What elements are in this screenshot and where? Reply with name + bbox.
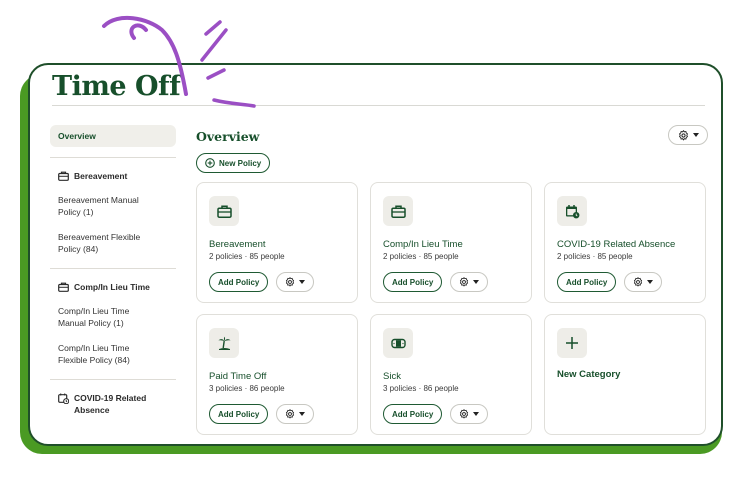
sidebar-heading-bereavement[interactable]: Bereavement [50,170,176,182]
card-title: COVID-19 Related Absence [557,239,676,250]
briefcase-icon [216,205,232,218]
card-title: Sick [383,371,401,382]
card-subtitle: 2 policies · 85 people [557,252,633,261]
sidebar-heading-label: Comp/In Lieu Time [74,282,150,292]
category-card-covid[interactable]: COVID-19 Related Absence 2 policies · 85… [544,182,706,303]
palm-tree-icon [218,336,230,350]
card-title: Comp/In Lieu Time [383,239,463,250]
card-settings-dropdown[interactable] [450,404,489,424]
card-subtitle: 2 policies · 85 people [209,252,285,261]
new-policy-label: New Policy [219,158,262,168]
sidebar-item-comp-manual[interactable]: Comp/In Lieu Time Manual Policy (1) [50,305,160,329]
card-title: Paid Time Off [209,371,267,382]
sidebar-item-bereavement-flexible[interactable]: Bereavement Flexible Policy (84) [50,231,160,255]
card-icon-box [209,196,239,226]
gear-icon [678,129,688,141]
page-title: Time Off [52,71,181,102]
card-subtitle: 3 policies · 86 people [209,384,285,393]
category-card-sick[interactable]: Sick 3 policies · 86 people Add Policy [370,314,532,435]
chevron-down-icon [473,412,480,416]
calendar-clock-icon [565,204,579,218]
section-title: Overview [196,129,260,144]
card-icon-box [557,328,587,358]
card-settings-dropdown[interactable] [624,272,663,292]
sidebar: Overview Bereavement Bereavement Manual … [50,125,176,428]
card-settings-dropdown[interactable] [276,272,315,292]
plus-circle-icon [205,158,215,168]
card-title: Bereavement [209,239,266,250]
card-subtitle: 3 policies · 86 people [383,384,459,393]
card-actions: Add Policy [209,404,315,424]
sidebar-heading-covid[interactable]: COVID-19 Related Absence [50,392,176,416]
sidebar-section-comp: Comp/In Lieu Time Comp/In Lieu Time Manu… [50,281,176,366]
app-window: Time Off Overview Bereavement Bereavemen… [28,63,723,446]
new-policy-button[interactable]: New Policy [196,153,271,173]
settings-dropdown[interactable] [668,125,708,145]
chevron-down-icon [299,280,306,284]
briefcase-icon [58,282,69,292]
bandage-icon [390,338,406,348]
card-actions: Add Policy [209,272,315,292]
chevron-down-icon [647,280,654,284]
sidebar-divider [50,379,176,380]
category-card-paid-time-off[interactable]: Paid Time Off 3 policies · 86 people Add… [196,314,358,435]
card-icon-box [383,328,413,358]
add-policy-button[interactable]: Add Policy [383,272,443,292]
sidebar-section-covid: COVID-19 Related Absence [50,392,176,416]
calendar-clock-icon [58,393,69,404]
plus-icon [566,337,578,349]
card-icon-box [209,328,239,358]
gear-icon [286,277,295,287]
gear-icon [460,277,469,287]
add-policy-button[interactable]: Add Policy [557,272,617,292]
sidebar-item-overview[interactable]: Overview [50,125,176,147]
sidebar-heading-label: Bereavement [74,171,128,181]
sidebar-heading-label: COVID-19 Related Absence [74,393,147,415]
card-settings-dropdown[interactable] [450,272,489,292]
briefcase-icon [58,171,69,181]
card-actions: Add Policy [557,272,663,292]
add-policy-button[interactable]: Add Policy [209,272,269,292]
sidebar-section-bereavement: Bereavement Bereavement Manual Policy (1… [50,170,176,255]
gear-icon [286,409,295,419]
sidebar-item-comp-flexible[interactable]: Comp/In Lieu Time Flexible Policy (84) [50,342,160,366]
card-icon-box [557,196,587,226]
category-card-bereavement[interactable]: Bereavement 2 policies · 85 people Add P… [196,182,358,303]
new-category-card[interactable]: New Category [544,314,706,435]
title-divider [52,105,705,106]
chevron-down-icon [692,133,699,137]
add-policy-button[interactable]: Add Policy [209,404,269,424]
card-subtitle: 2 policies · 85 people [383,252,459,261]
briefcase-icon [390,205,406,218]
category-card-comp[interactable]: Comp/In Lieu Time 2 policies · 85 people… [370,182,532,303]
card-actions: Add Policy [383,272,489,292]
sidebar-heading-comp[interactable]: Comp/In Lieu Time [50,281,176,293]
gear-icon [634,277,643,287]
chevron-down-icon [299,412,306,416]
card-settings-dropdown[interactable] [276,404,315,424]
new-category-label: New Category [557,369,621,380]
sidebar-item-bereavement-manual[interactable]: Bereavement Manual Policy (1) [50,194,160,218]
sidebar-divider [50,157,176,158]
card-actions: Add Policy [383,404,489,424]
add-policy-button[interactable]: Add Policy [383,404,443,424]
card-icon-box [383,196,413,226]
gear-icon [460,409,469,419]
chevron-down-icon [473,280,480,284]
sidebar-divider [50,268,176,269]
